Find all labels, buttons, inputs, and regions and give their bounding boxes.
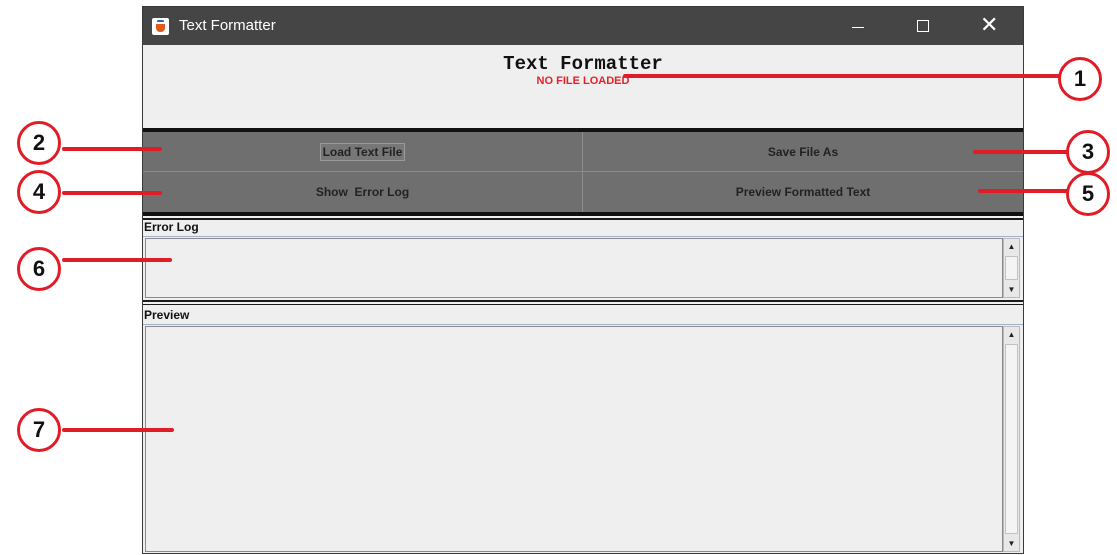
preview-formatted-text-label: Preview Formatted Text — [735, 185, 871, 199]
show-error-log-label: Show Error Log — [315, 185, 410, 199]
save-file-as-button[interactable]: Save File As — [583, 132, 1023, 172]
error-log-scrollbar[interactable]: ▲ ▼ — [1003, 238, 1020, 298]
preview-title-divider — [143, 324, 1023, 325]
annotation-callout-3: 3 — [1066, 130, 1110, 174]
show-error-log-button[interactable]: Show Error Log — [143, 172, 583, 212]
screenshot-stage: Text Formatter ✕ Text Formatter NO FILE … — [0, 0, 1117, 555]
title-bar: Text Formatter ✕ — [143, 7, 1023, 45]
close-icon: ✕ — [980, 12, 999, 37]
close-button[interactable]: ✕ — [966, 7, 1012, 45]
annotation-callout-2: 2 — [17, 121, 61, 165]
arrow-down-icon[interactable]: ▼ — [1004, 536, 1019, 551]
minimize-button[interactable] — [835, 7, 881, 45]
preview-panel: Preview ▲ ▼ — [143, 304, 1023, 555]
callout-line-5 — [978, 189, 1078, 193]
window-title: Text Formatter — [179, 17, 276, 34]
save-file-as-label: Save File As — [767, 144, 839, 159]
error-log-scroll-thumb[interactable] — [1005, 256, 1018, 280]
maximize-button[interactable] — [900, 7, 946, 45]
preview-title: Preview — [144, 308, 190, 322]
annotation-callout-1: 1 — [1058, 57, 1102, 101]
load-text-file-label: Load Text File — [319, 142, 406, 161]
button-panel: Load Text File Save File As Show Error L… — [143, 128, 1023, 216]
callout-line-4 — [62, 191, 162, 195]
java-cup-icon — [152, 18, 169, 35]
annotation-callout-6: 6 — [17, 247, 61, 291]
annotation-callout-7: 7 — [17, 408, 61, 452]
arrow-up-icon[interactable]: ▲ — [1004, 327, 1019, 342]
header-panel: Text Formatter NO FILE LOADED — [143, 45, 1023, 129]
preview-scrollbar[interactable]: ▲ ▼ — [1003, 326, 1020, 552]
preview-formatted-text-button[interactable]: Preview Formatted Text — [583, 172, 1023, 212]
minimize-icon — [852, 27, 864, 28]
maximize-icon — [917, 20, 929, 32]
preview-textarea[interactable] — [145, 326, 1003, 552]
callout-line-6 — [62, 258, 172, 262]
annotation-callout-4: 4 — [17, 170, 61, 214]
callout-line-7 — [62, 428, 174, 432]
arrow-down-icon[interactable]: ▼ — [1004, 282, 1019, 297]
app-window: Text Formatter ✕ Text Formatter NO FILE … — [142, 6, 1024, 554]
callout-line-3 — [973, 150, 1078, 154]
annotation-callout-5: 5 — [1066, 172, 1110, 216]
error-log-textarea[interactable] — [145, 238, 1003, 298]
error-log-title-divider — [143, 236, 1023, 237]
page-title: Text Formatter — [503, 53, 663, 75]
arrow-up-icon[interactable]: ▲ — [1004, 239, 1019, 254]
error-log-panel: Error Log ▲ ▼ — [143, 218, 1023, 302]
callout-line-2 — [62, 147, 162, 151]
load-text-file-button[interactable]: Load Text File — [143, 132, 583, 172]
error-log-title: Error Log — [144, 220, 199, 234]
callout-line-1 — [623, 74, 1063, 78]
preview-scroll-thumb[interactable] — [1005, 344, 1018, 534]
